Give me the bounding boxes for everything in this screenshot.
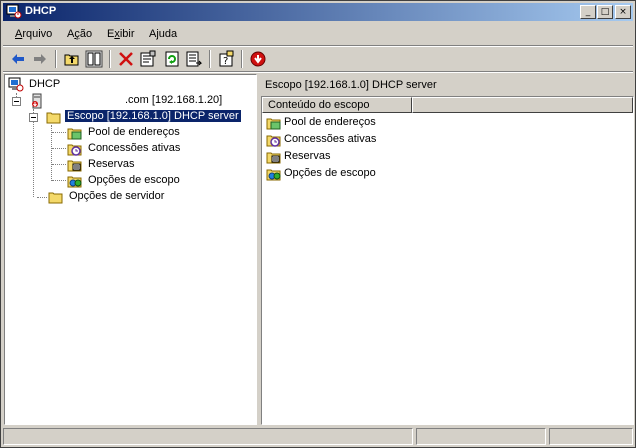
tree-label: Opções de escopo — [88, 174, 180, 186]
title-bar[interactable]: DHCP _ □ × — [3, 3, 633, 21]
details-pane[interactable]: Conteúdo do escopo Pool de endereços Con… — [261, 96, 634, 425]
dhcp-window: DHCP _ □ × Arquivo Ação Exibir Ajuda ? D… — [0, 0, 636, 448]
tree-line — [33, 109, 34, 197]
console-tree[interactable]: DHCP .com [192.168.1.20] Escopo [192.168… — [4, 74, 257, 425]
address-pool-icon — [266, 118, 281, 130]
details-header-bar: Escopo [192.168.1.0] DHCP server — [261, 75, 634, 95]
delete-icon[interactable] — [117, 50, 135, 68]
tree-label: Concessões ativas — [88, 142, 181, 154]
close-button[interactable]: × — [615, 5, 631, 19]
status-panel — [3, 428, 413, 445]
tree-label: Opções de servidor — [69, 190, 165, 202]
minimize-button[interactable]: _ — [580, 5, 596, 19]
column-header-label: Conteúdo do escopo — [268, 99, 370, 111]
list-item-label: Concessões ativas — [284, 133, 377, 145]
toolbar-separator — [55, 50, 57, 68]
tree-line — [52, 132, 66, 133]
list-item-label: Opções de escopo — [284, 167, 376, 179]
dhcp-app-icon — [6, 4, 22, 19]
status-bar — [3, 428, 633, 446]
scope-options-icon — [266, 169, 281, 181]
collapse-scope-button[interactable] — [29, 113, 38, 122]
collapse-server-button[interactable] — [12, 97, 21, 106]
tree-line — [52, 148, 66, 149]
reservations-icon — [266, 152, 281, 164]
stop-icon[interactable] — [249, 50, 267, 68]
status-panel — [549, 428, 633, 445]
forward-icon[interactable] — [31, 50, 49, 68]
export-list-icon[interactable] — [185, 50, 203, 68]
list-item-label: Pool de endereços — [284, 116, 376, 128]
address-pool-icon — [67, 128, 82, 140]
window-title: DHCP — [25, 5, 57, 17]
tree-line — [52, 180, 66, 181]
tree-label: Reservas — [88, 158, 135, 170]
toolbar-separator — [109, 50, 111, 68]
dhcp-console-icon — [8, 77, 24, 92]
toolbar-separator — [209, 50, 211, 68]
menu-acao[interactable]: Ação — [67, 28, 92, 40]
maximize-button[interactable]: □ — [597, 5, 613, 19]
toolbar: ? — [3, 47, 633, 71]
tree-label: .com [192.168.1.20] — [125, 94, 223, 106]
menu-exibir[interactable]: Exibir — [107, 28, 135, 40]
active-leases-icon — [266, 135, 281, 147]
tree-line — [52, 164, 66, 165]
list-item-label: Reservas — [284, 150, 331, 162]
menu-arquivo[interactable]: Arquivo — [15, 28, 52, 40]
refresh-icon[interactable] — [163, 50, 181, 68]
properties-icon[interactable] — [139, 50, 157, 68]
back-icon[interactable] — [9, 50, 27, 68]
status-panel — [416, 428, 546, 445]
show-hide-tree-icon[interactable] — [85, 50, 103, 68]
column-header-empty[interactable] — [412, 97, 633, 113]
details-header-title: Escopo [192.168.1.0] DHCP server — [265, 79, 437, 91]
column-header-contents[interactable]: Conteúdo do escopo — [262, 97, 412, 113]
up-folder-icon[interactable] — [63, 50, 81, 68]
tree-line — [51, 125, 52, 181]
reservations-icon — [67, 160, 82, 172]
svg-text:?: ? — [223, 56, 228, 67]
active-leases-icon — [67, 144, 82, 156]
toolbar-separator-line — [3, 71, 633, 73]
server-icon — [32, 93, 42, 109]
menu-ajuda[interactable]: Ajuda — [149, 28, 177, 40]
tree-label: Pool de endereços — [88, 126, 180, 138]
tree-label: DHCP — [29, 78, 61, 90]
help-icon[interactable]: ? — [217, 50, 235, 68]
tree-line — [37, 197, 47, 198]
folder-icon — [48, 192, 63, 204]
folder-icon — [46, 112, 61, 124]
menu-bar: Arquivo Ação Exibir Ajuda — [3, 25, 633, 45]
toolbar-separator — [241, 50, 243, 68]
scope-options-icon — [67, 176, 82, 188]
tree-label: Escopo [192.168.1.0] DHCP server — [64, 109, 242, 123]
